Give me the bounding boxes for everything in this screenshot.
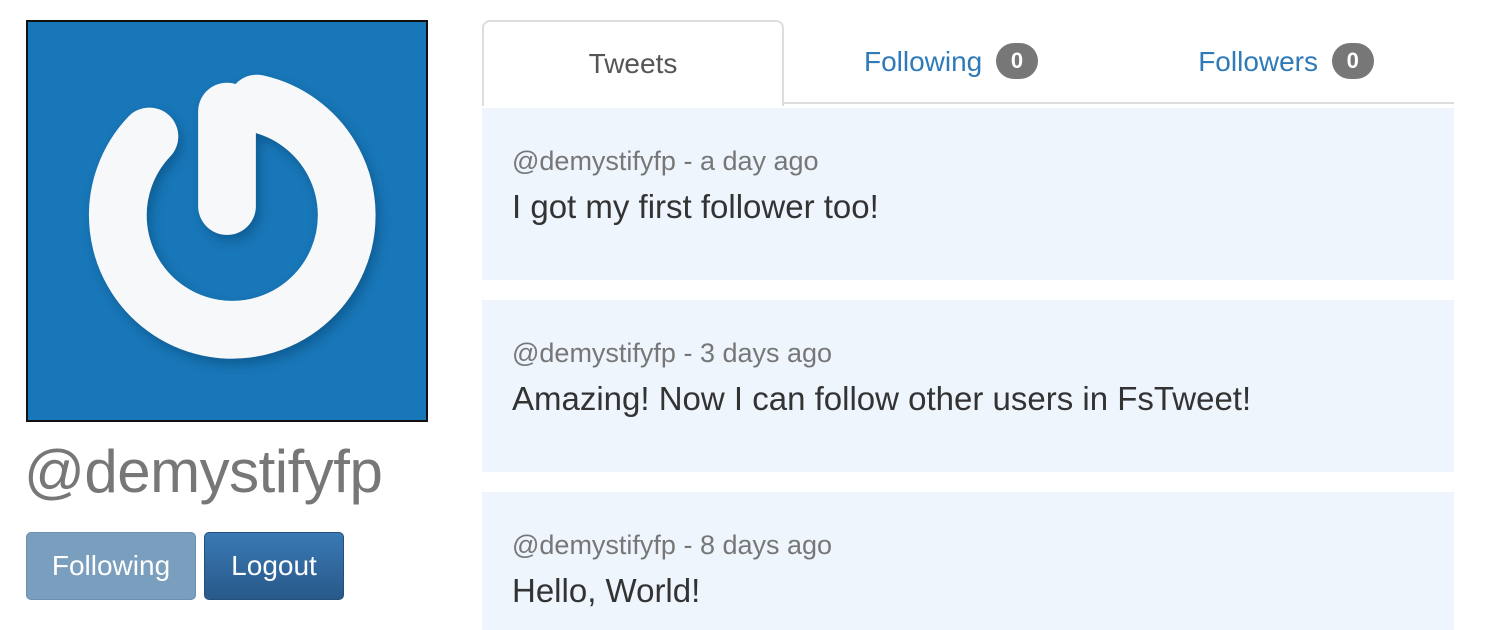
following-count-badge: 0 xyxy=(996,42,1039,79)
tweet-item: @demystifyfp - a day ago I got my first … xyxy=(482,108,1454,280)
following-button[interactable]: Following xyxy=(26,532,196,600)
tweet-meta: @demystifyfp - 3 days ago xyxy=(512,338,833,368)
tweet-text: Hello, World! xyxy=(512,572,701,609)
tab-following-label: Following xyxy=(863,46,983,77)
tweet-text: I got my first follower too! xyxy=(512,188,879,225)
profile-avatar xyxy=(26,20,428,422)
tweet-item: @demystifyfp - 8 days ago Hello, World! xyxy=(482,492,1454,630)
tweet-item: @demystifyfp - 3 days ago Amazing! Now I… xyxy=(482,300,1454,472)
tab-tweets-label: Tweets xyxy=(588,48,678,79)
followers-count-badge: 0 xyxy=(1331,42,1374,79)
power-icon xyxy=(28,22,426,420)
profile-username: @demystifyfp xyxy=(24,438,383,505)
tab-tweets[interactable]: Tweets xyxy=(482,20,784,106)
tab-following[interactable]: Following 0 xyxy=(784,20,1118,104)
tweet-meta: @demystifyfp - a day ago xyxy=(512,146,819,176)
logout-button[interactable]: Logout xyxy=(204,532,344,600)
profile-tabs: Tweets Following 0 Followers 0 xyxy=(482,20,1454,106)
tweet-text: Amazing! Now I can follow other users in… xyxy=(512,380,1252,417)
tab-followers[interactable]: Followers 0 xyxy=(1118,20,1454,104)
tab-followers-label: Followers xyxy=(1198,46,1319,77)
tweet-meta: @demystifyfp - 8 days ago xyxy=(512,530,833,560)
